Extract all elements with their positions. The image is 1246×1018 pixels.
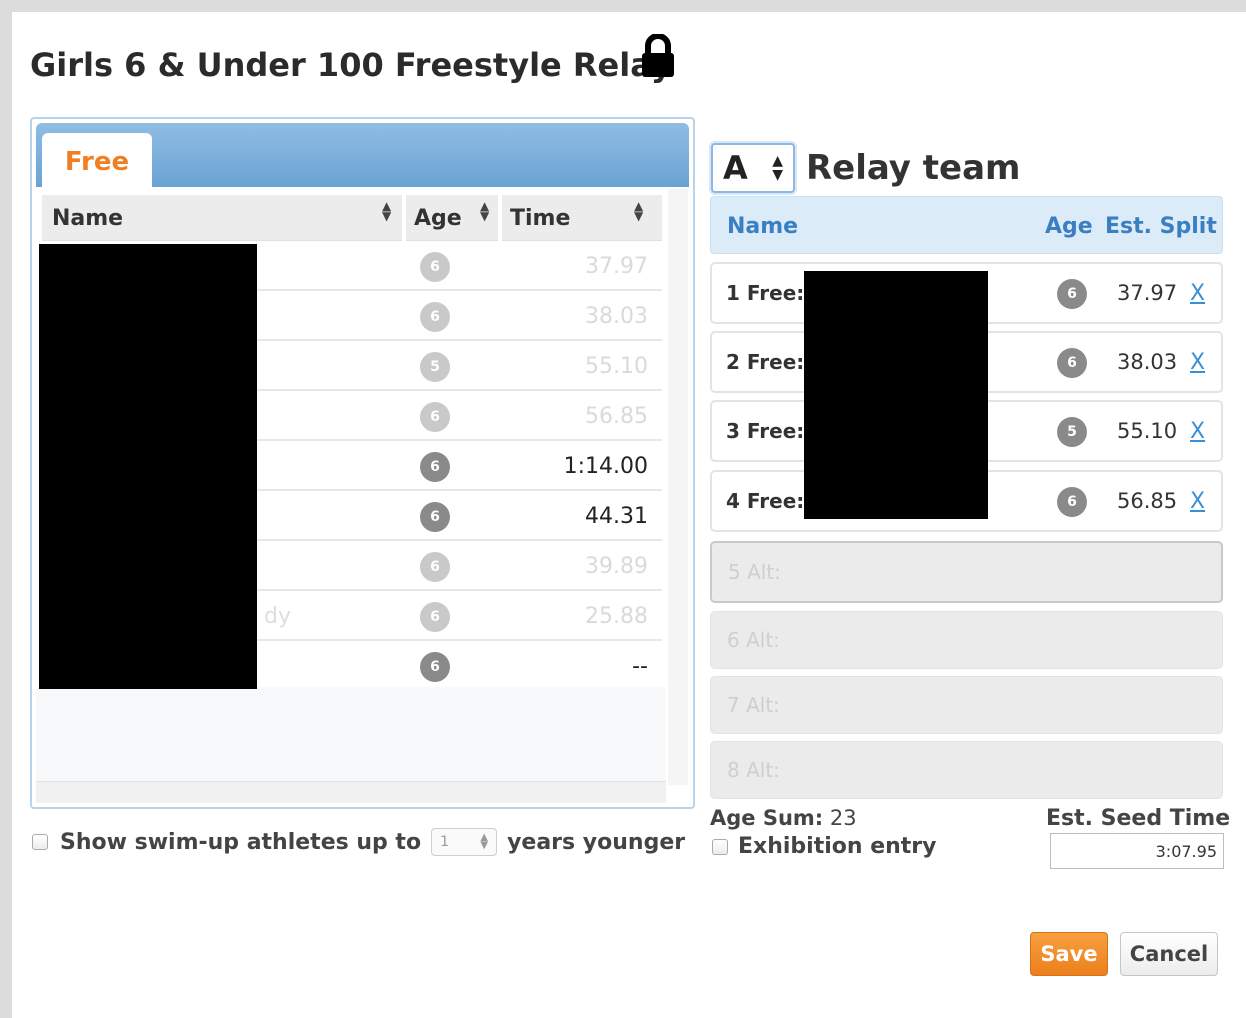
age-badge: 6 (420, 452, 450, 482)
column-label-name: Name (52, 205, 124, 231)
horizontal-scrollbar[interactable] (36, 781, 666, 803)
relay-slot-label: 4 Free: (726, 489, 805, 513)
remove-swimmer-link[interactable]: X (1190, 264, 1205, 322)
column-divider (402, 195, 406, 241)
alternate-slot-label: 7 Alt: (727, 693, 780, 717)
page-title: Girls 6 & Under 100 Freestyle Relay (30, 46, 672, 84)
relay-slot-label: 1 Free: (726, 281, 805, 305)
remove-swimmer-link[interactable]: X (1190, 402, 1205, 460)
alternate-slot[interactable]: 6 Alt: (710, 611, 1223, 669)
age-badge: 5 (1057, 417, 1087, 447)
select-arrows-icon: ▲ ▼ (772, 153, 783, 183)
age-badge: 6 (420, 402, 450, 432)
column-label-age: Age (414, 205, 462, 231)
seed-time: 39.89 (585, 553, 648, 579)
age-badge: 6 (420, 252, 450, 282)
age-sum: Age Sum: 23 (710, 806, 857, 830)
est-split: 55.10 (1117, 419, 1178, 443)
team-letter: A (723, 149, 748, 187)
relay-column-age: Age (1045, 213, 1093, 239)
age-badge: 6 (420, 652, 450, 682)
seed-time: 44.31 (585, 503, 648, 529)
exhibition-checkbox[interactable] (712, 838, 728, 855)
swimup-label-after: years younger (507, 829, 686, 855)
age-badge: 6 (420, 502, 450, 532)
swimup-checkbox[interactable] (32, 834, 48, 850)
age-badge: 6 (420, 602, 450, 632)
stepper-value: 1 (440, 834, 449, 850)
relay-slot-label: 3 Free: (726, 419, 805, 443)
tab-free[interactable]: Free (42, 133, 152, 191)
seed-time: 56.85 (585, 403, 648, 429)
relay-column-name: Name (727, 213, 799, 239)
swimup-option: Show swim-up athletes up to 1 ▲ ▼ years y… (32, 824, 685, 860)
alternate-slot-label: 8 Alt: (727, 758, 780, 782)
sort-icon[interactable]: ▲ ▼ (480, 200, 489, 222)
remove-swimmer-link[interactable]: X (1190, 333, 1205, 391)
swimup-label: Show swim-up athletes up to (60, 829, 422, 855)
save-button[interactable]: Save (1030, 932, 1108, 976)
alternate-slot[interactable]: 7 Alt: (710, 676, 1223, 734)
athlete-name: dy (264, 603, 291, 629)
relay-team-select[interactable]: A ▲ ▼ (711, 143, 795, 193)
relay-table-header: Name Age Est. Split (710, 196, 1223, 254)
relay-column-split: Est. Split (1105, 213, 1217, 239)
alternate-slot-label: 5 Alt: (728, 560, 781, 584)
relay-team-label: Relay team (806, 148, 1021, 188)
est-split: 37.97 (1117, 281, 1178, 305)
age-sum-value: 23 (829, 806, 857, 830)
column-header-time[interactable]: Time ▲ ▼ (510, 195, 662, 241)
est-split: 38.03 (1117, 350, 1178, 374)
table-empty-area (36, 687, 666, 781)
column-header-age[interactable]: Age ▲ ▼ (414, 195, 500, 241)
relay-slot-label: 2 Free: (726, 350, 805, 374)
seed-time: 55.10 (585, 353, 648, 379)
tab-strip: Free (36, 123, 689, 191)
stepper-arrows-icon[interactable]: ▲ ▼ (480, 833, 488, 851)
redacted-relay-names (804, 271, 988, 519)
redacted-names (39, 244, 257, 689)
seed-time: 38.03 (585, 303, 648, 329)
table-header: Name ▲ ▼ Age ▲ ▼ Time ▲ ▼ (42, 195, 662, 241)
age-badge: 5 (420, 352, 450, 382)
exhibition-option: Exhibition entry (712, 834, 937, 859)
sort-icon[interactable]: ▲ ▼ (634, 200, 643, 222)
age-badge: 6 (420, 552, 450, 582)
seed-time-label: Est. Seed Time (1046, 806, 1231, 831)
seed-time-field[interactable]: 3:07.95 (1050, 833, 1224, 869)
est-split: 56.85 (1117, 489, 1178, 513)
age-sum-label: Age Sum: (710, 806, 824, 830)
alternate-slot[interactable]: 8 Alt: (710, 741, 1223, 799)
vertical-scrollbar[interactable] (668, 189, 688, 785)
swimup-years-stepper[interactable]: 1 ▲ ▼ (431, 828, 498, 856)
age-badge: 6 (420, 302, 450, 332)
seed-time: 25.88 (585, 603, 648, 629)
seed-time: 1:14.00 (563, 453, 648, 479)
alternate-slot[interactable]: 5 Alt: (710, 541, 1223, 603)
age-badge: 6 (1057, 348, 1087, 378)
remove-swimmer-link[interactable]: X (1190, 472, 1205, 530)
age-badge: 6 (1057, 279, 1087, 309)
seed-time: -- (632, 653, 648, 679)
column-divider (498, 195, 502, 241)
exhibition-label: Exhibition entry (738, 834, 937, 859)
column-label-time: Time (510, 205, 571, 231)
seed-time: 37.97 (585, 253, 648, 279)
cancel-button[interactable]: Cancel (1120, 932, 1218, 976)
sort-icon[interactable]: ▲ ▼ (382, 200, 391, 222)
age-badge: 6 (1057, 487, 1087, 517)
lock-icon (642, 34, 674, 77)
alternate-slot-label: 6 Alt: (727, 628, 780, 652)
column-header-name[interactable]: Name ▲ ▼ (52, 195, 402, 241)
